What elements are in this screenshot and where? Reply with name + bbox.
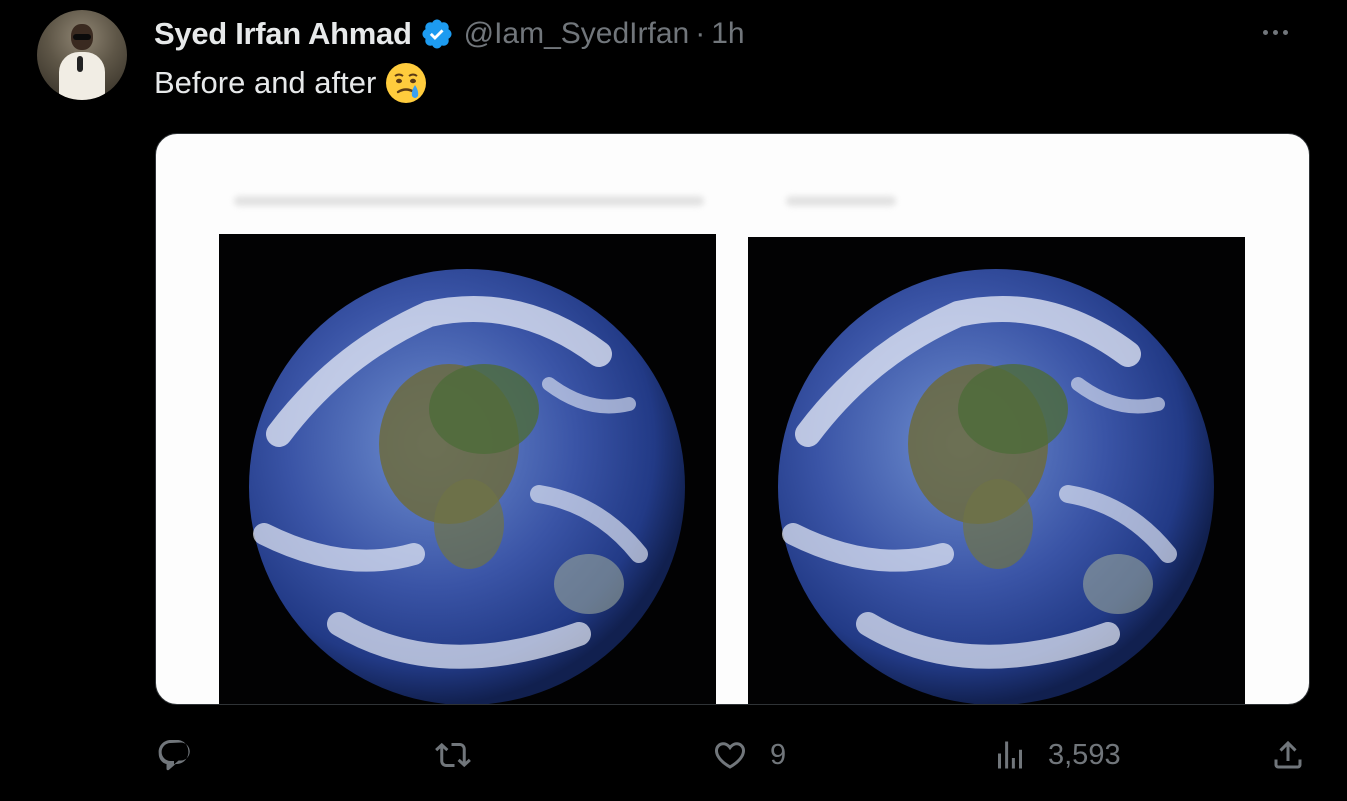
share-icon [1274, 740, 1302, 769]
like-button[interactable]: 9 [712, 735, 786, 775]
user-avatar[interactable] [37, 10, 127, 100]
tweet-media-image[interactable] [155, 133, 1310, 705]
earth-image-before [219, 234, 716, 704]
heart-icon [714, 742, 746, 769]
retweet-icon [435, 742, 471, 768]
image-caption-blur [234, 196, 704, 206]
separator-dot: · [695, 17, 706, 50]
share-button[interactable] [1270, 735, 1306, 775]
views-count: 3,593 [1048, 738, 1121, 771]
reply-icon [158, 740, 190, 771]
author-name[interactable]: Syed Irfan Ahmad [154, 16, 412, 52]
tweet-text-body: Before and after [154, 65, 377, 100]
tweet-actions-bar: 9 3,593 [0, 725, 1347, 785]
more-options-icon[interactable] [1257, 20, 1293, 44]
tweet-text: Before and after [154, 60, 428, 106]
tweet-header: Syed Irfan Ahmad @Iam_SyedIrfan · 1h [154, 12, 745, 56]
avatar-sunglasses [73, 34, 91, 40]
avatar-microphone [77, 56, 83, 72]
like-count: 9 [770, 738, 787, 771]
image-caption-blur [786, 196, 896, 206]
author-handle[interactable]: @Iam_SyedIrfan [464, 17, 690, 51]
face-holding-back-tears-emoji-icon [386, 63, 427, 103]
views-button[interactable]: 3,593 [992, 735, 1121, 775]
views-chart-icon [998, 741, 1022, 769]
tweet-timestamp[interactable]: 1h [711, 17, 744, 51]
retweet-button[interactable] [435, 735, 493, 775]
earth-image-after [748, 237, 1245, 704]
reply-button[interactable] [156, 735, 214, 775]
verified-badge-icon[interactable] [420, 17, 454, 51]
